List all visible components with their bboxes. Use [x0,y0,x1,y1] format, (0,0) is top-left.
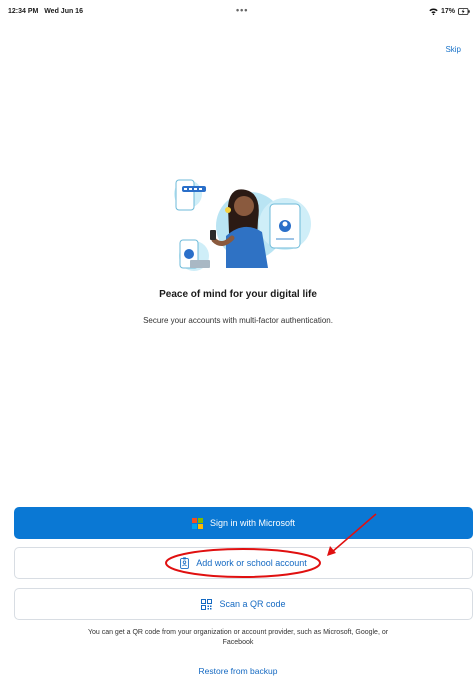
id-badge-icon [180,557,190,569]
scan-qr-code-button[interactable]: Scan a QR code [14,588,473,620]
add-work-school-account-label: Add work or school account [196,558,307,568]
battery-percent: 17% [440,8,455,15]
wifi-icon [429,8,438,15]
qr-code-note: You can get a QR code from your organiza… [87,629,389,646]
status-bar: 12:34 PM Wed Jun 16 ••• 17% [0,0,476,22]
status-right: 17% [429,8,470,15]
multitasking-dots-icon[interactable]: ••• [236,5,248,15]
add-work-school-account-button[interactable]: Add work or school account [14,547,473,579]
battery-icon [458,8,470,15]
hero-illustration [170,176,312,274]
skip-link[interactable]: Skip [445,45,461,54]
hero-subtitle: Secure your accounts with multi-factor a… [143,316,333,325]
status-time: 12:34 PM Wed Jun 16 [8,8,83,15]
qr-code-icon [201,598,213,610]
status-time-text: 12:34 PM [8,8,39,15]
hero-title: Peace of mind for your digital life [159,289,317,300]
microsoft-logo-icon [191,517,203,529]
scan-qr-code-label: Scan a QR code [219,599,286,609]
status-date-text: Wed Jun 16 [44,8,83,15]
restore-from-backup-link[interactable]: Restore from backup [0,666,476,676]
sign-in-microsoft-label: Sign in with Microsoft [209,518,296,528]
sign-in-microsoft-button[interactable]: Sign in with Microsoft [14,507,473,539]
